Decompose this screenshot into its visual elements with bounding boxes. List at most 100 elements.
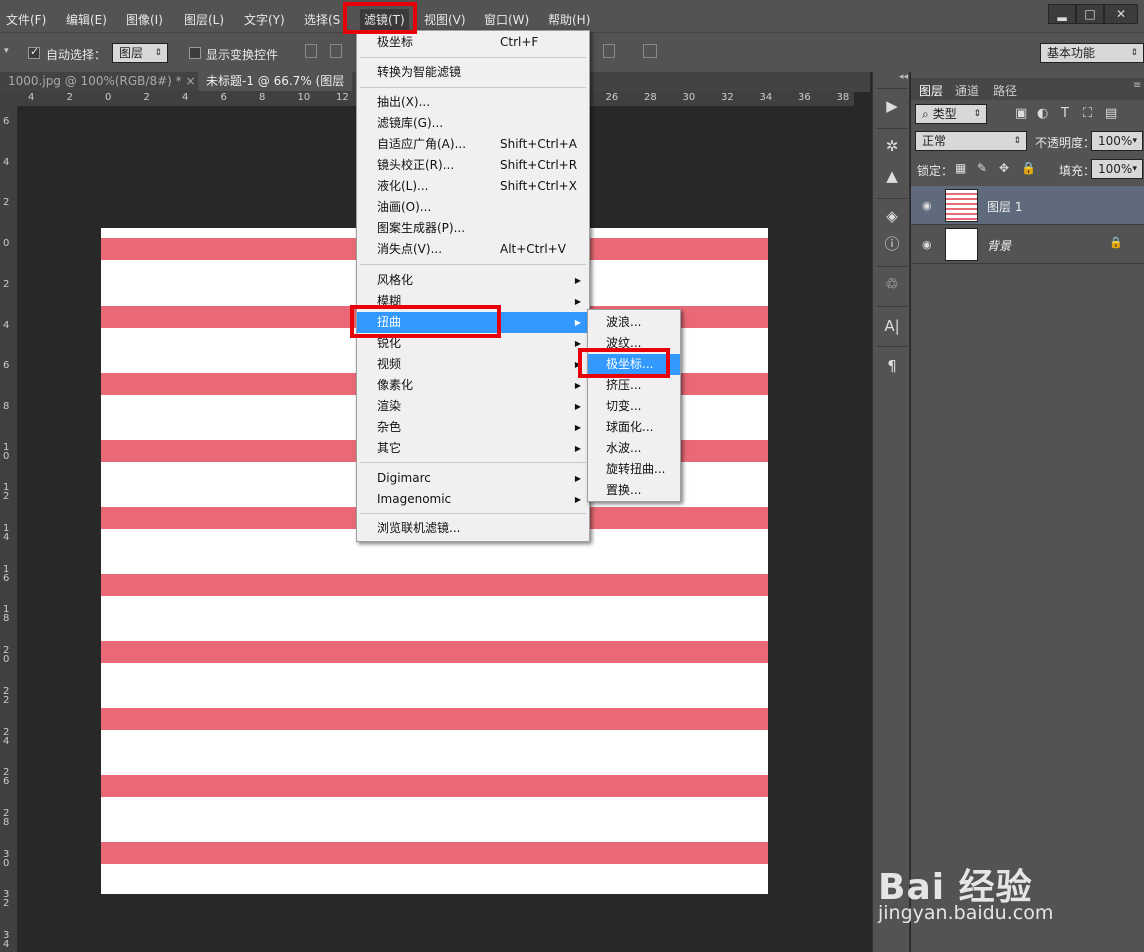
paragraph-icon[interactable]: ¶ <box>881 356 903 376</box>
submenu-arrow-icon: ▶ <box>574 339 581 348</box>
align-middle-icon[interactable] <box>330 44 342 58</box>
history-icon[interactable]: ♲ <box>881 274 903 294</box>
tab-untitled-1[interactable]: 未标题-1 @ 66.7% (图层 <box>198 72 353 92</box>
menu-item-blur[interactable]: 模糊 ▶ <box>357 291 589 312</box>
menu-item-other[interactable]: 其它 ▶ <box>357 438 589 459</box>
fill-input[interactable]: 100% ▾ <box>1091 159 1143 179</box>
minimize-button[interactable]: ▂ <box>1048 4 1076 24</box>
submenu-item-pinch[interactable]: 挤压... <box>588 375 680 396</box>
collapse-panel-icon[interactable]: ◂◂ <box>899 72 908 82</box>
layer-name[interactable]: 背景 <box>987 237 1011 254</box>
lock-transparent-icon[interactable]: ▦ <box>955 161 966 175</box>
eye-icon[interactable]: ◉ <box>922 199 932 212</box>
info-icon[interactable]: ⓘ <box>881 234 903 254</box>
auto-select-dropdown[interactable]: 图层 ⇕ <box>112 43 168 63</box>
menu-item-lens-correction[interactable]: 镜头校正(R)... Shift+Ctrl+R <box>357 155 589 176</box>
submenu-item-twirl[interactable]: 旋转扭曲... <box>588 459 680 480</box>
character-icon[interactable]: A| <box>881 316 903 336</box>
auto-select-label: 自动选择： <box>46 48 107 62</box>
submenu-item-zigzag[interactable]: 水波... <box>588 438 680 459</box>
submenu-item-spherize[interactable]: 球面化... <box>588 417 680 438</box>
submenu-item-shear[interactable]: 切变... <box>588 396 680 417</box>
menu-item-browse-online-filters[interactable]: 浏览联机滤镜... <box>357 518 589 539</box>
menu-item-render[interactable]: 渲染 ▶ <box>357 396 589 417</box>
opacity-input[interactable]: 100% ▾ <box>1091 131 1143 151</box>
menu-select[interactable]: 选择(S <box>304 11 340 28</box>
panel-menu-icon[interactable]: ≡ <box>1133 80 1141 91</box>
menu-item-smart-filter[interactable]: 转换为智能滤镜 <box>357 62 589 83</box>
layer-row-background[interactable]: ◉ 背景 🔒 <box>911 225 1144 264</box>
filter-adjustment-icon[interactable]: ◐ <box>1037 106 1048 121</box>
tab-1000-jpg[interactable]: 1000.jpg @ 100%(RGB/8#) * × <box>0 72 204 92</box>
ruler-label: 4 <box>28 92 35 103</box>
workspace-dropdown[interactable]: 基本功能 ⇕ <box>1040 43 1144 63</box>
submenu-item-displace[interactable]: 置换... <box>588 480 680 501</box>
lock-move-icon[interactable]: ✥ <box>999 161 1009 175</box>
menu-filter[interactable]: 滤镜(T) <box>360 9 409 30</box>
ruler-label: 0 <box>105 92 112 103</box>
ruler-label: 3 4 <box>3 930 10 950</box>
blend-mode-dropdown[interactable]: 正常 ⇕ <box>915 131 1027 151</box>
ruler-label: 34 <box>759 92 773 103</box>
align-top-icon[interactable] <box>305 44 317 58</box>
menu-type[interactable]: 文字(Y) <box>244 11 285 28</box>
lock-all-icon[interactable]: 🔒 <box>1021 161 1036 175</box>
menu-view[interactable]: 视图(V) <box>424 11 466 28</box>
filter-pixel-icon[interactable]: ▣ <box>1015 106 1027 121</box>
menu-item-imagenomic[interactable]: Imagenomic ▶ <box>357 489 589 510</box>
layer-row-layer1[interactable]: ◉ 图层 1 <box>911 186 1144 225</box>
filter-shape-icon[interactable]: ⛶ <box>1083 106 1092 121</box>
menu-item-digimarc[interactable]: Digimarc ▶ <box>357 468 589 489</box>
submenu-arrow-icon: ▶ <box>574 495 581 504</box>
3d-cube-icon[interactable]: ◈ <box>881 206 903 226</box>
lock-label: 锁定： <box>917 164 954 178</box>
tab-layers[interactable]: 图层 <box>919 82 943 99</box>
play-action-icon[interactable]: ▶ <box>881 96 903 116</box>
layer-name[interactable]: 图层 1 <box>987 198 1022 215</box>
layer-filter-kind-dropdown[interactable]: ⌕ 类型 ⇕ <box>915 104 987 124</box>
auto-select-checkbox[interactable]: ✓ <box>28 45 40 59</box>
menu-item-video[interactable]: 视频 ▶ <box>357 354 589 375</box>
menu-layer[interactable]: 图层(L) <box>184 11 224 28</box>
menu-help[interactable]: 帮助(H) <box>548 11 590 28</box>
lock-paint-icon[interactable]: ✎ <box>977 161 987 175</box>
menu-item-polar-last[interactable]: 极坐标 Ctrl+F <box>357 32 589 53</box>
distribute-icon[interactable] <box>603 44 615 58</box>
tab-paths[interactable]: 路径 <box>993 82 1017 99</box>
tool-preset-arrow-icon[interactable]: ▾ <box>4 46 9 56</box>
eye-icon[interactable]: ◉ <box>922 238 932 251</box>
tab-channels[interactable]: 通道 <box>955 82 979 99</box>
menu-item-liquify[interactable]: 液化(L)... Shift+Ctrl+X <box>357 176 589 197</box>
tab-close-icon[interactable]: × <box>185 74 195 88</box>
close-button[interactable]: ✕ <box>1104 4 1138 24</box>
menu-item-adaptive-wide-angle[interactable]: 自适应广角(A)... Shift+Ctrl+A <box>357 134 589 155</box>
submenu-item-ripple[interactable]: 波纹... <box>588 333 680 354</box>
menu-item-pixelate[interactable]: 像素化 ▶ <box>357 375 589 396</box>
menu-item-stylize[interactable]: 风格化 ▶ <box>357 270 589 291</box>
menu-item-sharpen[interactable]: 锐化 ▶ <box>357 333 589 354</box>
ruler-label: 38 <box>836 92 850 103</box>
submenu-item-polar-coordinates[interactable]: 极坐标... <box>588 354 680 375</box>
menu-window[interactable]: 窗口(W) <box>484 11 529 28</box>
brush-preset-icon[interactable]: ✲ <box>881 136 903 156</box>
menu-item-pattern-maker[interactable]: 图案生成器(P)... <box>357 218 589 239</box>
menu-file[interactable]: 文件(F) <box>6 11 46 28</box>
panel-icon-column: ◂◂ ▶ ✲ ▲ ◈ ⓘ ♲ A| ¶ <box>872 72 910 952</box>
vertical-ruler: 6 4 2 0 2 4 6 8 1 0 1 2 1 4 1 6 1 8 2 0 2 2 2 4 2 6 2 8 3 … <box>0 107 18 952</box>
submenu-item-wave[interactable]: 波浪... <box>588 312 680 333</box>
filter-type-icon[interactable]: T <box>1061 106 1069 121</box>
menu-item-filter-gallery[interactable]: 滤镜库(G)... <box>357 113 589 134</box>
menu-item-distort[interactable]: 扭曲 ▶ <box>357 312 589 333</box>
ruler-label: 2 <box>3 197 10 209</box>
menu-item-extract[interactable]: 抽出(X)... <box>357 92 589 113</box>
auto-align-icon[interactable] <box>643 44 657 58</box>
show-transform-checkbox[interactable] <box>189 47 201 59</box>
menu-edit[interactable]: 编辑(E) <box>66 11 107 28</box>
maximize-button[interactable]: □ <box>1076 4 1104 24</box>
filter-smart-object-icon[interactable]: ▤ <box>1105 106 1117 121</box>
menu-image[interactable]: 图像(I) <box>126 11 163 28</box>
menu-item-noise[interactable]: 杂色 ▶ <box>357 417 589 438</box>
menu-item-oil-paint[interactable]: 油画(O)... <box>357 197 589 218</box>
menu-item-vanishing-point[interactable]: 消失点(V)... Alt+Ctrl+V <box>357 239 589 260</box>
histogram-icon[interactable]: ▲ <box>881 166 903 186</box>
